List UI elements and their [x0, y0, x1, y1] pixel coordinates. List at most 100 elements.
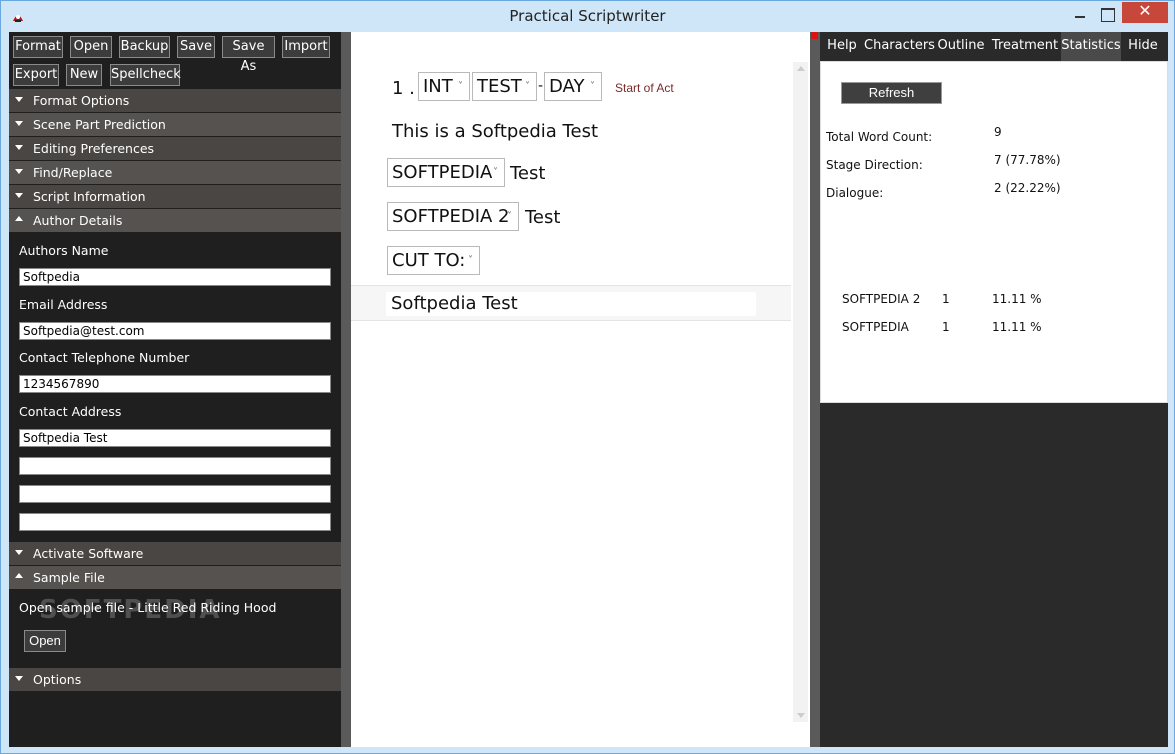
character-stat-percent: 11.11 %: [992, 292, 1042, 306]
section-author-details[interactable]: Author Details: [9, 209, 341, 232]
stage-direction-label: Stage Direction:: [826, 158, 923, 172]
right-splitter[interactable]: [810, 32, 820, 747]
scene-location-dropdown[interactable]: TEST ˅: [472, 72, 537, 101]
dialogue-line-1[interactable]: Test: [510, 163, 545, 184]
chevron-down-icon: [15, 121, 23, 126]
app-window: Practical Scriptwriter ✕ Format Open Bac…: [0, 0, 1175, 754]
section-find-replace[interactable]: Find/Replace: [9, 161, 341, 184]
spellcheck-button[interactable]: Spellcheck: [110, 64, 181, 86]
authors-name-field[interactable]: Softpedia: [19, 268, 331, 286]
section-format-options[interactable]: Format Options: [9, 89, 341, 112]
current-line-row: Softpedia Test: [351, 285, 791, 321]
section-activate-software[interactable]: Activate Software: [9, 542, 341, 565]
section-options[interactable]: Options: [9, 668, 341, 691]
tab-statistics[interactable]: Statistics: [1061, 32, 1121, 61]
scroll-up-icon[interactable]: [797, 66, 805, 71]
chevron-down-icon: [15, 193, 23, 198]
new-button[interactable]: New: [66, 64, 102, 86]
section-sample-file[interactable]: Sample File: [9, 566, 341, 589]
backup-button[interactable]: Backup: [119, 36, 170, 58]
section-editing-preferences[interactable]: Editing Preferences: [9, 137, 341, 160]
character-dropdown-1[interactable]: SOFTPEDIA ˅: [387, 158, 505, 187]
chevron-down-icon: ˅: [458, 81, 463, 92]
email-label: Email Address: [19, 297, 108, 312]
chevron-down-icon: [15, 145, 23, 150]
chevron-down-icon: ˅: [507, 211, 512, 222]
phone-label: Contact Telephone Number: [19, 350, 190, 365]
section-label: Find/Replace: [33, 165, 113, 180]
tab-treatment[interactable]: Treatment: [990, 32, 1060, 61]
character-stat-count: 1: [942, 320, 950, 334]
address-line-1-field[interactable]: Softpedia Test: [19, 429, 331, 447]
tab-outline[interactable]: Outline: [936, 32, 986, 61]
scene-time-dropdown[interactable]: DAY ˅: [544, 72, 602, 101]
sample-file-text: Open sample file - Little Red Riding Hoo…: [19, 600, 277, 615]
refresh-button[interactable]: Refresh: [841, 82, 942, 104]
dropdown-value: CUT TO:: [392, 250, 466, 271]
address-label: Contact Address: [19, 404, 122, 419]
left-splitter[interactable]: [341, 32, 351, 747]
chevron-down-icon: [15, 97, 23, 102]
section-label: Activate Software: [33, 546, 144, 561]
address-line-3-field[interactable]: [19, 485, 331, 503]
dialogue-value: 2 (22.22%): [994, 181, 1061, 195]
chevron-down-icon: ˅: [468, 255, 473, 266]
action-line[interactable]: This is a Softpedia Test: [392, 121, 598, 142]
chevron-down-icon: [15, 676, 23, 681]
title-bar: Practical Scriptwriter ✕: [1, 1, 1174, 31]
section-label: Author Details: [33, 213, 123, 228]
dropdown-value: TEST: [477, 76, 522, 97]
save-as-button[interactable]: Save As: [222, 36, 275, 74]
toolbar: Format Open Backup Save Save As Import E…: [9, 32, 341, 88]
address-line-4-field[interactable]: [19, 513, 331, 531]
section-label: Options: [33, 672, 82, 687]
close-icon: ✕: [1138, 3, 1152, 20]
open-button[interactable]: Open: [70, 36, 112, 58]
minimize-button[interactable]: [1073, 9, 1087, 23]
tab-characters[interactable]: Characters: [864, 32, 935, 61]
dialogue-line-2[interactable]: Test: [525, 207, 560, 228]
close-button[interactable]: ✕: [1122, 2, 1168, 23]
save-button[interactable]: Save: [177, 36, 215, 58]
total-word-count-value: 9: [994, 125, 1002, 139]
chevron-down-icon: [15, 169, 23, 174]
email-field[interactable]: Softpedia@test.com: [19, 322, 331, 340]
window-title: Practical Scriptwriter: [509, 7, 666, 25]
phone-field[interactable]: 1234567890: [19, 375, 331, 393]
section-script-information[interactable]: Script Information: [9, 185, 341, 208]
section-label: Format Options: [33, 93, 130, 108]
character-stat-name: SOFTPEDIA: [842, 320, 909, 334]
chevron-up-icon: [15, 573, 23, 578]
current-line-input[interactable]: Softpedia Test: [386, 292, 756, 316]
statistics-panel: Refresh Total Word Count: 9 Stage Direct…: [820, 61, 1168, 403]
maximize-button[interactable]: [1101, 8, 1115, 22]
character-stat-name: SOFTPEDIA 2: [842, 292, 921, 306]
total-word-count-label: Total Word Count:: [826, 130, 933, 144]
import-button[interactable]: Import: [282, 36, 330, 58]
chevron-up-icon: [15, 216, 23, 221]
address-line-2-field[interactable]: [19, 457, 331, 475]
editor-scrollbar[interactable]: [793, 62, 808, 722]
dropdown-value: INT: [423, 76, 453, 97]
export-button[interactable]: Export: [13, 64, 59, 86]
tab-hide[interactable]: Hide: [1123, 32, 1163, 61]
right-panel: Help Characters Outline Treatment Statis…: [820, 32, 1168, 747]
dropdown-value: DAY: [549, 76, 585, 97]
script-editor[interactable]: 1 . INT ˅ TEST ˅ - DAY ˅ Start of Act This …: [351, 32, 810, 747]
section-scene-part-prediction[interactable]: Scene Part Prediction: [9, 113, 341, 136]
dialogue-label: Dialogue:: [826, 186, 884, 200]
chevron-down-icon: ˅: [590, 81, 595, 92]
chevron-down-icon: ˅: [493, 167, 498, 178]
format-button[interactable]: Format: [13, 36, 63, 58]
section-label: Script Information: [33, 189, 146, 204]
transition-dropdown[interactable]: CUT TO: ˅: [387, 246, 480, 275]
scene-int-dropdown[interactable]: INT ˅: [418, 72, 470, 101]
open-sample-button[interactable]: Open: [24, 630, 66, 652]
scroll-down-icon[interactable]: [797, 713, 805, 718]
chevron-down-icon: [15, 550, 23, 555]
left-panel: Format Open Backup Save Save As Import E…: [9, 32, 341, 747]
character-dropdown-2[interactable]: SOFTPEDIA 2 ˅: [387, 202, 519, 231]
red-marker: [811, 32, 818, 39]
tab-help[interactable]: Help: [822, 32, 862, 61]
authors-name-label: Authors Name: [19, 243, 109, 258]
